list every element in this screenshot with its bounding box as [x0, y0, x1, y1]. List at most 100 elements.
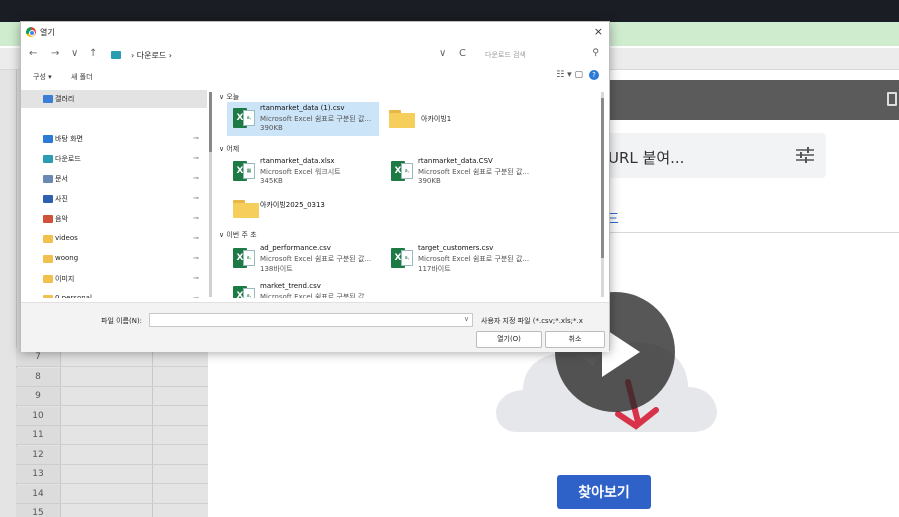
file-item[interactable]: X ▦ rtanmarket_data.xlsx Microsoft Excel … — [227, 155, 379, 189]
pin-icon[interactable]: ⊸ — [193, 134, 199, 142]
row-number[interactable]: 15 — [16, 504, 60, 517]
view-icon[interactable]: ☷ ▾ ▢ — [556, 70, 583, 80]
sheet-row[interactable] — [60, 426, 208, 445]
back-icon[interactable]: ← — [29, 48, 37, 59]
pin-icon[interactable]: ⊸ — [193, 234, 199, 242]
folder-icon — [389, 110, 415, 128]
pin-icon[interactable]: ⊸ — [193, 254, 199, 262]
sheet-row[interactable] — [60, 485, 208, 504]
menu-icon[interactable] — [887, 92, 897, 106]
row-number[interactable]: 11 — [16, 426, 60, 445]
sheet-row[interactable] — [60, 446, 208, 465]
sidebar-item[interactable]: 다운로드 ⊸ — [21, 150, 207, 168]
folder-icon — [43, 295, 53, 298]
folder-name: 아카이빙1 — [421, 115, 452, 123]
folder-item[interactable]: 아카이빙1 — [383, 102, 535, 136]
file-item[interactable]: Xa, rtanmarket_data (1).csv Microsoft Ex… — [227, 102, 379, 136]
folder-item[interactable]: 아카이빙2025_0313 — [227, 192, 379, 226]
sheet-row[interactable] — [60, 387, 208, 406]
dialog-footer: 파일 이름(N): ∨ 사용자 지정 파일 (*.csv;*.xls;*.x 열… — [21, 302, 609, 352]
tab-divider — [600, 232, 899, 233]
address-bar[interactable]: › 다운로드 › ∨ — [107, 46, 477, 64]
sidebar-item[interactable]: 이미지 ⊸ — [21, 270, 207, 288]
chevron-down-icon[interactable]: ∨ — [439, 48, 446, 59]
sidebar-item[interactable]: 음악 ⊸ — [21, 210, 207, 228]
row-number[interactable]: 13 — [16, 465, 60, 484]
open-button[interactable]: 열기(O) — [476, 331, 542, 348]
file-name: rtanmarket_data.CSV — [418, 157, 493, 165]
search-input[interactable]: 다운로드 검색 ⚲ — [479, 46, 605, 64]
sidebar-item[interactable]: videos ⊸ — [21, 230, 207, 248]
sidebar-item[interactable]: 바탕 화면 ⊸ — [21, 130, 207, 148]
close-icon[interactable]: × — [594, 25, 603, 38]
view-options[interactable]: ☷ ▾ ▢? — [556, 70, 599, 80]
new-folder-button[interactable]: 새 폴더 — [71, 72, 93, 82]
sidebar-item[interactable]: 문서 ⊸ — [21, 170, 207, 188]
file-type: Microsoft Excel 쉼표로 구분된 값... — [260, 255, 372, 263]
sidebar-item[interactable]: 0.personal ⊸ — [21, 290, 207, 298]
file-item[interactable]: Xa, market_trend.csv Microsoft Excel 쉼표로… — [227, 280, 379, 298]
row-number[interactable]: 9 — [16, 387, 60, 406]
file-type: Microsoft Excel 쉼표로 구분된 값... — [418, 168, 530, 176]
url-input[interactable]: URL 붙여... — [600, 133, 826, 178]
file-open-dialog: 열기 × ← → ∨ ↑ › 다운로드 › ∨ C 다운로드 검색 ⚲ 구성 ▾… — [20, 21, 610, 352]
pin-icon[interactable]: ⊸ — [193, 274, 199, 282]
group-header-yesterday[interactable]: ∨ 어제 — [219, 144, 239, 154]
up-folder-icon[interactable]: ↑ — [89, 48, 97, 59]
recent-locations-icon[interactable]: ∨ — [71, 48, 78, 59]
chevron-down-icon[interactable]: ∨ — [464, 315, 469, 323]
sidebar-item[interactable]: 사진 ⊸ — [21, 190, 207, 208]
sheet-row[interactable] — [60, 407, 208, 426]
row-number[interactable]: 12 — [16, 445, 60, 465]
help-icon[interactable]: ? — [589, 70, 599, 80]
sidebar-item[interactable]: woong ⊸ — [21, 250, 207, 268]
forward-icon[interactable]: → — [51, 48, 59, 59]
browse-button[interactable]: 찾아보기 — [557, 475, 651, 509]
file-list-scrollbar-thumb[interactable] — [601, 98, 604, 258]
file-name: rtanmarket_data (1).csv — [260, 104, 345, 112]
file-type: Microsoft Excel 쉼표로 구분된 값... — [418, 255, 530, 263]
row-number[interactable]: 10 — [16, 406, 60, 426]
sliders-icon[interactable] — [796, 147, 814, 163]
pin-icon[interactable]: ⊸ — [193, 194, 199, 202]
refresh-icon[interactable]: C — [459, 48, 466, 59]
navigation-pane: 갤러리 바탕 화면 ⊸ 다운로드 ⊸ 문서 ⊸ 사진 ⊸ 음악 ⊸ videos ⊸ woong ⊸ 이미지 ⊸… — [21, 88, 207, 298]
file-type-select[interactable]: 사용자 지정 파일 (*.csv;*.xls;*.x — [481, 316, 583, 326]
group-header-today[interactable]: ∨ 오늘 — [219, 92, 239, 102]
row-number[interactable]: 14 — [16, 484, 60, 504]
sheet-row[interactable] — [60, 504, 208, 517]
dialog-titlebar: 열기 × — [21, 22, 609, 42]
file-item[interactable]: Xa, rtanmarket_data.CSV Microsoft Excel … — [385, 155, 537, 189]
organize-button[interactable]: 구성 ▾ — [33, 72, 52, 82]
pin-icon[interactable]: ⊸ — [193, 154, 199, 162]
breadcrumb[interactable]: › 다운로드 › — [131, 50, 172, 61]
sidebar-item[interactable]: 갤러리 — [21, 90, 207, 108]
pin-icon[interactable]: ⊸ — [193, 174, 199, 182]
file-size: 390KB — [260, 124, 283, 132]
nav-scrollbar-thumb[interactable] — [209, 92, 212, 152]
pin-icon[interactable]: ⊸ — [193, 214, 199, 222]
file-type: Microsoft Excel 쉼표로 구분된 값... — [260, 115, 372, 123]
file-name: rtanmarket_data.xlsx — [260, 157, 335, 165]
pin-icon[interactable]: ⊸ — [193, 294, 199, 298]
file-size: 138바이트 — [260, 265, 293, 273]
folder-icon — [43, 255, 53, 263]
search-placeholder: 다운로드 검색 — [485, 51, 526, 59]
file-item[interactable]: Xa, ad_performance.csv Microsoft Excel 쉼… — [227, 242, 379, 276]
group-header-recent[interactable]: ∨ 이번 주 초 — [219, 230, 257, 240]
sidebar-item-label: videos — [55, 234, 78, 242]
file-size: 117바이트 — [418, 265, 451, 273]
sheet-row[interactable] — [60, 465, 208, 484]
row-number[interactable]: 8 — [16, 367, 60, 387]
file-list: ∨ 오늘 Xa, rtanmarket_data (1).csv Microso… — [215, 88, 603, 298]
cancel-button[interactable]: 취소 — [545, 331, 605, 348]
folder-icon — [43, 275, 53, 283]
excel-icon: X ▦ — [233, 161, 255, 183]
sidebar-item-label: 바탕 화면 — [55, 135, 83, 143]
file-item[interactable]: Xa, target_customers.csv Microsoft Excel… — [385, 242, 537, 276]
sheet-row[interactable] — [60, 368, 208, 387]
file-name-input[interactable]: ∨ — [149, 313, 473, 327]
excel-icon: Xa, — [233, 108, 255, 130]
dialog-toolbar: 구성 ▾ 새 폴더 ☷ ▾ ▢? — [21, 68, 609, 86]
sidebar-item-label: woong — [55, 254, 79, 262]
